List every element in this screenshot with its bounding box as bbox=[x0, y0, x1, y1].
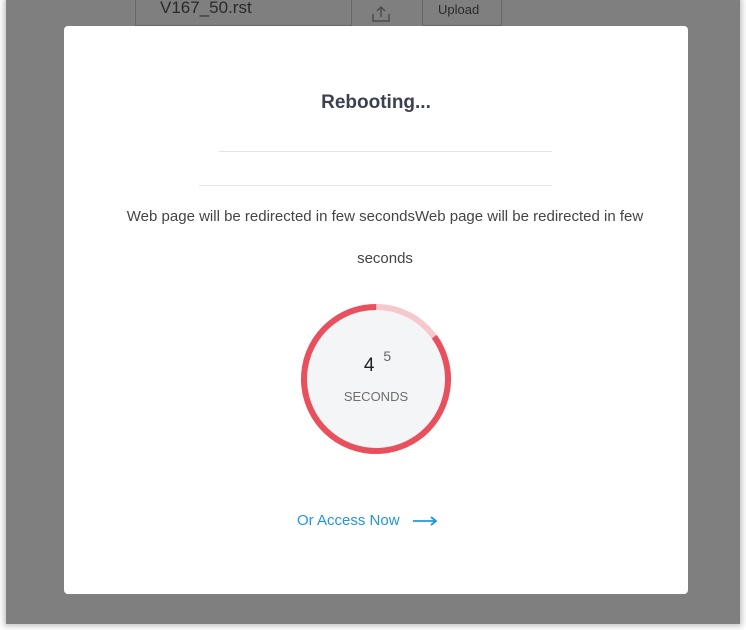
rebooting-dialog: Rebooting... Web page will be redirected… bbox=[64, 26, 688, 594]
arrow-right-icon bbox=[412, 516, 438, 526]
access-now-link[interactable]: Or Access Now bbox=[297, 512, 438, 529]
countdown-previous-value: 5 bbox=[383, 348, 392, 364]
dialog-title: Rebooting... bbox=[321, 92, 431, 113]
countdown-timer: 45 SECONDS bbox=[299, 302, 453, 456]
countdown-current-value: 4 bbox=[363, 355, 375, 376]
countdown-unit-label: SECONDS bbox=[343, 389, 409, 404]
access-now-label: Or Access Now bbox=[297, 512, 400, 529]
divider bbox=[199, 185, 552, 186]
redirect-message: Web page will be redirected in few secon… bbox=[126, 208, 644, 267]
divider bbox=[219, 151, 552, 152]
countdown-digits: 45 bbox=[299, 348, 453, 375]
countdown-ring bbox=[301, 304, 451, 454]
